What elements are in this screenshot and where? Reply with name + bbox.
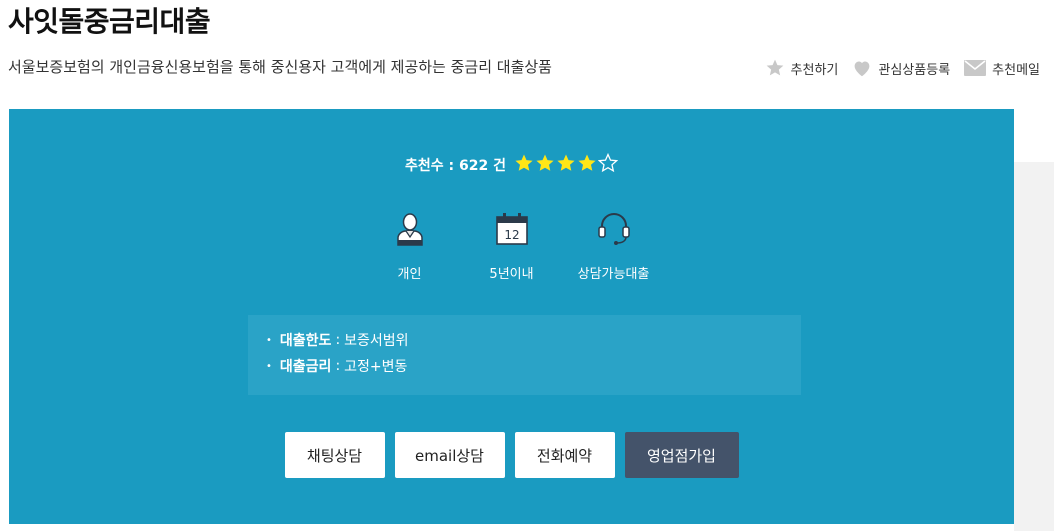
- calendar-icon: 12: [495, 209, 529, 249]
- recommend-count: 추천수 : 622 건: [405, 158, 506, 174]
- info-rate-key: 대출금리: [279, 359, 332, 375]
- email-consult-button[interactable]: email상담: [394, 432, 505, 478]
- recommend-action-label: 추천하기: [790, 62, 839, 78]
- feature-individual-label: 개인: [397, 267, 422, 282]
- feature-list: 개인 12 5년이내 상담가능대출: [9, 209, 1014, 282]
- favorite-action-label: 관심상품등록: [878, 62, 951, 78]
- info-rate-value: 고정+변동: [344, 359, 408, 375]
- headset-icon: [595, 209, 633, 249]
- info-limit-sep: :: [335, 332, 341, 348]
- mail-icon: [964, 60, 987, 76]
- heart-icon: [852, 59, 872, 77]
- loan-info-box: • 대출한도 : 보증서범위 • 대출금리 : 고정+변동: [248, 315, 801, 395]
- recommend-summary: 추천수 : 622 건: [9, 152, 1014, 177]
- chat-consult-button[interactable]: 채팅상담: [284, 432, 385, 478]
- bullet-dot: •: [266, 360, 272, 372]
- bullet-dot: •: [266, 334, 272, 346]
- calendar-day: 12: [504, 228, 519, 242]
- feature-term-label: 5년이내: [489, 267, 534, 282]
- page-subtitle: 서울보증보험의 개인금융신용보험을 통해 중신용자 고객에게 제공하는 중금리 …: [8, 58, 552, 76]
- star-filled-icon: [577, 153, 597, 177]
- feature-consult: 상담가능대출: [573, 209, 655, 282]
- feature-individual: 개인: [369, 209, 451, 282]
- info-row-limit: • 대출한도 : 보증서범위: [266, 327, 783, 353]
- branch-signup-button[interactable]: 영업점가입: [624, 432, 739, 478]
- recommend-action[interactable]: 추천하기: [765, 58, 839, 78]
- info-row-rate: • 대출금리 : 고정+변동: [266, 353, 783, 379]
- star-filled-icon: [556, 153, 576, 177]
- action-buttons: 채팅상담 email상담 전화예약 영업점가입: [9, 432, 1014, 478]
- info-limit-key: 대출한도: [279, 333, 332, 349]
- product-summary-panel: 추천수 : 622 건 개인 12 5년이내 상담가능대출 • 대출한도: 보…: [9, 109, 1014, 524]
- person-icon: [395, 209, 425, 249]
- favorite-action[interactable]: 관심상품등록: [852, 59, 950, 78]
- product-page: 사잇돌중금리대출 서울보증보험의 개인금융신용보험을 통해 중신용자 고객에게 …: [0, 0, 1054, 531]
- star-empty-icon: [597, 152, 619, 177]
- feature-consult-label: 상담가능대출: [577, 267, 650, 282]
- action-bar: 추천하기 관심상품등록 추천메일: [765, 58, 1040, 78]
- feature-term: 12 5년이내: [471, 209, 553, 282]
- page-title: 사잇돌중금리대출: [8, 5, 211, 38]
- rating-stars: [514, 152, 619, 177]
- info-limit-value: 보증서범위: [344, 333, 409, 349]
- info-rate-sep: :: [335, 358, 341, 374]
- star-icon: [765, 58, 785, 78]
- mail-action[interactable]: 추천메일: [964, 59, 1040, 78]
- background-strip: [1014, 162, 1054, 531]
- star-filled-icon: [514, 153, 534, 177]
- phone-reservation-button[interactable]: 전화예약: [514, 432, 615, 478]
- mail-action-label: 추천메일: [992, 62, 1040, 78]
- star-filled-icon: [535, 153, 555, 177]
